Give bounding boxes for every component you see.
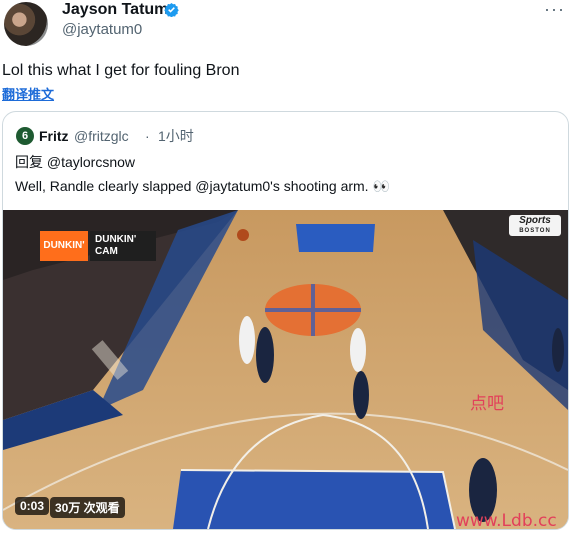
tweet-text: Lol this what I get for fouling Bron (2, 62, 240, 79)
dunkin-cam-line2: CAM (95, 246, 118, 257)
watermark-top: 点吧 (470, 394, 504, 414)
dunkin-cam-overlay: DUNKIN' DUNKIN' CAM (40, 231, 158, 261)
author-display-name[interactable]: Jayson Tatum (62, 0, 168, 20)
translate-tweet-link[interactable]: 翻译推文 (2, 84, 54, 103)
quoted-author-name[interactable]: Fritz (39, 128, 69, 144)
broadcaster-region: BOSTON (519, 228, 551, 234)
quoted-author-handle[interactable]: @fritzglc (74, 128, 129, 144)
video-player[interactable]: Sports BOSTON DUNKIN' DUNKIN' CAM 0:03 3… (3, 210, 568, 529)
quoted-tweet-card[interactable]: 6 Fritz @fritzglc · 1小时 回复 @taylorcsnow … (2, 111, 569, 530)
author-avatar[interactable] (4, 2, 48, 46)
verified-badge-icon (164, 2, 179, 17)
watermark-url: www.Ldb.cc (456, 511, 557, 531)
video-elapsed-time: 0:03 (15, 497, 50, 515)
more-options-icon[interactable]: ··· (544, 0, 565, 18)
reply-to-line: 回复 @taylorcsnow (15, 154, 136, 170)
author-handle[interactable]: @jaytatum0 (62, 21, 142, 39)
video-view-count: 30万 次观看 (50, 497, 125, 518)
quoted-author-avatar[interactable]: 6 (16, 127, 34, 145)
separator-dot: · (145, 128, 150, 144)
quoted-tweet-text: Well, Randle clearly slapped @jaytatum0'… (15, 178, 390, 194)
tweet-header: Jayson Tatum @jaytatum0 ··· (0, 0, 579, 50)
dunkin-cam-label: DUNKIN' CAM (90, 231, 156, 261)
dunkin-logo: DUNKIN' (40, 231, 88, 261)
nbc-sports-boston-logo: Sports BOSTON (509, 215, 561, 236)
quoted-timestamp[interactable]: 1小时 (158, 128, 194, 144)
dunkin-cam-line1: DUNKIN' (95, 234, 137, 245)
